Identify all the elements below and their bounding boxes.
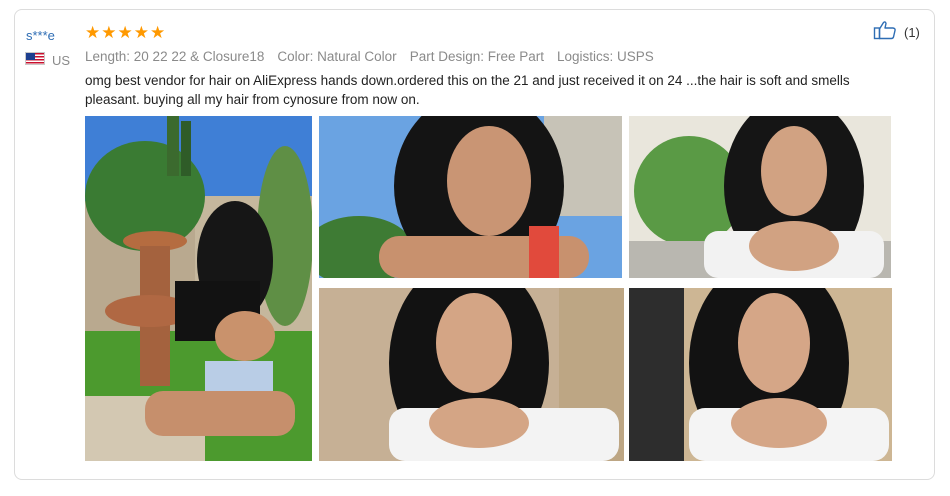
reviewer-country: US bbox=[52, 53, 71, 68]
attribute-length: Length: 20 22 22 & Closure18 bbox=[85, 49, 265, 64]
star-icon: ★ bbox=[117, 23, 133, 42]
star-rating: ★ ★ ★ ★ ★ bbox=[85, 24, 165, 42]
reviewer-name: s***e bbox=[26, 28, 55, 43]
helpful-count: (1) bbox=[904, 25, 920, 40]
review-photo-5[interactable] bbox=[629, 288, 892, 461]
review-photo-3[interactable] bbox=[629, 116, 891, 278]
order-attributes: Length: 20 22 22 & Closure18 Color: Natu… bbox=[85, 49, 654, 64]
star-icon: ★ bbox=[85, 23, 101, 42]
star-icon: ★ bbox=[101, 23, 117, 42]
review-photo-1[interactable] bbox=[85, 116, 312, 461]
review-text: omg best vendor for hair on AliExpress h… bbox=[85, 73, 850, 107]
review-photo-4[interactable] bbox=[319, 288, 624, 461]
attribute-logistics: Logistics: USPS bbox=[557, 49, 654, 64]
attribute-color: Color: Natural Color bbox=[277, 49, 397, 64]
star-icon: ★ bbox=[133, 23, 149, 42]
thumbs-up-icon[interactable] bbox=[873, 20, 897, 45]
us-flag-icon bbox=[25, 52, 45, 65]
attribute-part-design: Part Design: Free Part bbox=[409, 49, 544, 64]
star-icon: ★ bbox=[150, 23, 166, 42]
helpful-button[interactable]: (1) bbox=[873, 20, 920, 45]
review-photo-2[interactable] bbox=[319, 116, 622, 278]
